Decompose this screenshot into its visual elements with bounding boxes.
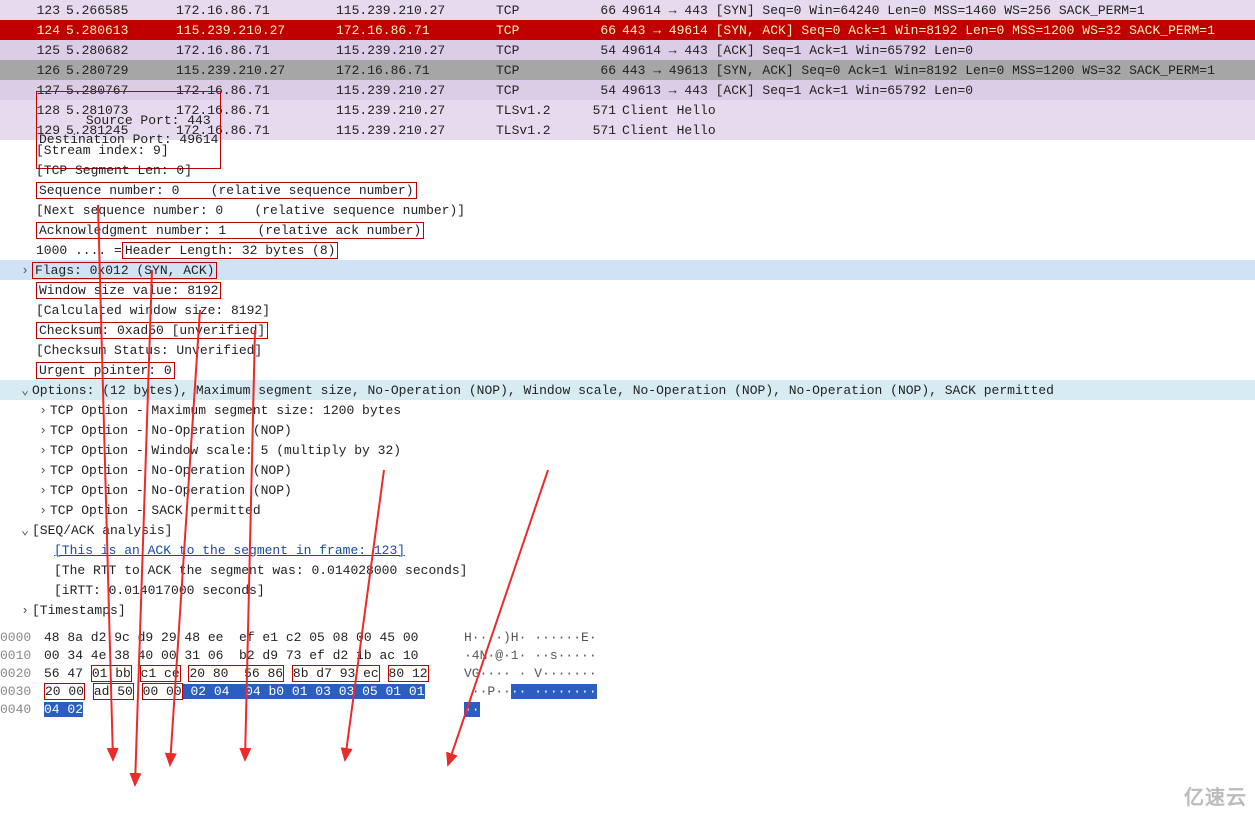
packet-row[interactable]: 1255.280682172.16.86.71115.239.210.27TCP… <box>0 40 1255 60</box>
opt-nop1[interactable]: ›TCP Option - No-Operation (NOP) <box>0 420 1255 440</box>
packet-details2: Source Port: 443Destination Port: 49614 … <box>0 120 1255 620</box>
hex-offset: 0010 <box>0 648 44 663</box>
hex-line[interactable]: 001000 34 4e 38 40 00 31 06 b2 d9 73 ef … <box>0 646 1255 664</box>
col-proto: TCP <box>496 63 566 78</box>
col-dst: 172.16.86.71 <box>336 63 496 78</box>
col-len: 66 <box>566 23 622 38</box>
col-info: 49613 → 443 [ACK] Seq=1 Ack=1 Win=65792 … <box>622 83 1255 98</box>
col-time: 5.266585 <box>66 3 176 18</box>
ack-to-frame[interactable]: [This is an ACK to the segment in frame:… <box>0 540 1255 560</box>
port-box[interactable]: Source Port: 443Destination Port: 49614 <box>0 120 1255 140</box>
caret-down-icon: ⌄ <box>18 523 32 538</box>
flags-line[interactable]: ›Flags: 0x012 (SYN, ACK) <box>0 260 1255 280</box>
opt-wscale[interactable]: ›TCP Option - Window scale: 5 (multiply … <box>0 440 1255 460</box>
packet-row[interactable]: 1245.280613115.239.210.27172.16.86.71TCP… <box>0 20 1255 40</box>
caret-right-icon: › <box>36 443 50 458</box>
hex-ascii: VG···· · V······· <box>464 666 597 681</box>
col-proto: TCP <box>496 43 566 58</box>
col-info: Client Hello <box>622 103 1255 118</box>
win-size[interactable]: Window size value: 8192 <box>0 280 1255 300</box>
ack-number[interactable]: Acknowledgment number: 1 (relative ack n… <box>0 220 1255 240</box>
col-info: 443 → 49613 [SYN, ACK] Seq=0 Ack=1 Win=8… <box>622 63 1255 78</box>
col-proto: TCP <box>496 3 566 18</box>
options-line[interactable]: ⌄Options: (12 bytes), Maximum segment si… <box>0 380 1255 400</box>
caret-down-icon: ⌄ <box>18 383 32 398</box>
col-dst: 172.16.86.71 <box>336 23 496 38</box>
col-len: 66 <box>566 63 622 78</box>
caret-right-icon: › <box>18 603 32 618</box>
urgent-pointer[interactable]: Urgent pointer: 0 <box>0 360 1255 380</box>
col-proto: TCP <box>496 23 566 38</box>
hex-dump: 000048 8a d2 9c d9 29 48 ee ef e1 c2 05 … <box>0 628 1255 718</box>
col-info: 49614 → 443 [SYN] Seq=0 Win=64240 Len=0 … <box>622 3 1255 18</box>
col-time: 5.280682 <box>66 43 176 58</box>
packet-row[interactable]: 1235.266585172.16.86.71115.239.210.27TCP… <box>0 0 1255 20</box>
hex-bytes: 48 8a d2 9c d9 29 48 ee ef e1 c2 05 08 0… <box>44 630 464 645</box>
hex-line[interactable]: 003020 00 ad 50 00 00 02 04 04 b0 01 03 … <box>0 682 1255 700</box>
opt-mss[interactable]: ›TCP Option - Maximum segment size: 1200… <box>0 400 1255 420</box>
col-len: 66 <box>566 3 622 18</box>
col-time: 5.280729 <box>66 63 176 78</box>
col-no: 123 <box>0 3 66 18</box>
caret-right-icon: › <box>36 423 50 438</box>
opt-nop2[interactable]: ›TCP Option - No-Operation (NOP) <box>0 460 1255 480</box>
hex-line[interactable]: 000048 8a d2 9c d9 29 48 ee ef e1 c2 05 … <box>0 628 1255 646</box>
hex-bytes: 20 00 ad 50 00 00 02 04 04 b0 01 03 03 0… <box>44 683 464 700</box>
caret-right-icon: › <box>36 463 50 478</box>
col-no: 124 <box>0 23 66 38</box>
col-src: 115.239.210.27 <box>176 23 336 38</box>
hex-bytes: 00 34 4e 38 40 00 31 06 b2 d9 73 ef d2 1… <box>44 648 464 663</box>
hex-line[interactable]: 002056 47 01 bb c1 ce 20 80 56 86 8b d7 … <box>0 664 1255 682</box>
col-len: 54 <box>566 43 622 58</box>
col-dst: 115.239.210.27 <box>336 43 496 58</box>
col-src: 172.16.86.71 <box>176 3 336 18</box>
seq-number[interactable]: Sequence number: 0 (relative sequence nu… <box>0 180 1255 200</box>
col-dst: 115.239.210.27 <box>336 83 496 98</box>
hex-bytes: 56 47 01 bb c1 ce 20 80 56 86 8b d7 93 e… <box>44 665 464 682</box>
col-src: 172.16.86.71 <box>176 43 336 58</box>
col-len: 54 <box>566 83 622 98</box>
hex-line[interactable]: 004004 02·· <box>0 700 1255 718</box>
col-time: 5.280613 <box>66 23 176 38</box>
col-no: 125 <box>0 43 66 58</box>
caret-right-icon: › <box>36 483 50 498</box>
hex-offset: 0000 <box>0 630 44 645</box>
seq-ack-analysis[interactable]: ⌄[SEQ/ACK analysis] <box>0 520 1255 540</box>
stream-index[interactable]: [Stream index: 9] <box>0 140 1255 160</box>
checksum-status[interactable]: [Checksum Status: Unverified] <box>0 340 1255 360</box>
caret-right-icon: › <box>36 403 50 418</box>
hex-offset: 0040 <box>0 702 44 717</box>
hex-offset: 0030 <box>0 684 44 699</box>
caret-right-icon: › <box>18 263 32 278</box>
packet-row[interactable]: 1265.280729115.239.210.27172.16.86.71TCP… <box>0 60 1255 80</box>
hex-bytes: 04 02 <box>44 702 464 717</box>
col-no: 126 <box>0 63 66 78</box>
hex-ascii: ·4N·@·1· ··s····· <box>464 648 597 663</box>
hex-ascii: H····)H· ······E· <box>464 630 597 645</box>
seg-len[interactable]: [TCP Segment Len: 0] <box>0 160 1255 180</box>
caret-right-icon: › <box>36 503 50 518</box>
col-proto: TLSv1.2 <box>496 103 566 118</box>
rtt[interactable]: [The RTT to ACK the segment was: 0.01402… <box>0 560 1255 580</box>
col-len: 571 <box>566 103 622 118</box>
col-src: 115.239.210.27 <box>176 63 336 78</box>
col-dst: 115.239.210.27 <box>336 103 496 118</box>
col-info: 49614 → 443 [ACK] Seq=1 Ack=1 Win=65792 … <box>622 43 1255 58</box>
checksum[interactable]: Checksum: 0xad50 [unverified] <box>0 320 1255 340</box>
col-info: 443 → 49614 [SYN, ACK] Seq=0 Ack=1 Win=8… <box>622 23 1255 38</box>
col-dst: 115.239.210.27 <box>336 3 496 18</box>
opt-nop3[interactable]: ›TCP Option - No-Operation (NOP) <box>0 480 1255 500</box>
irtt[interactable]: [iRTT: 0.014017000 seconds] <box>0 580 1255 600</box>
next-seq[interactable]: [Next sequence number: 0 (relative seque… <box>0 200 1255 220</box>
timestamps[interactable]: ›[Timestamps] <box>0 600 1255 620</box>
opt-sack[interactable]: ›TCP Option - SACK permitted <box>0 500 1255 520</box>
col-proto: TCP <box>496 83 566 98</box>
header-length[interactable]: 1000 .... = Header Length: 32 bytes (8) <box>0 240 1255 260</box>
watermark: 亿速云 <box>1184 781 1247 810</box>
hex-offset: 0020 <box>0 666 44 681</box>
hex-ascii: ·· <box>464 702 480 717</box>
calc-win[interactable]: [Calculated window size: 8192] <box>0 300 1255 320</box>
hex-ascii: ··P···· ········ <box>464 684 597 699</box>
